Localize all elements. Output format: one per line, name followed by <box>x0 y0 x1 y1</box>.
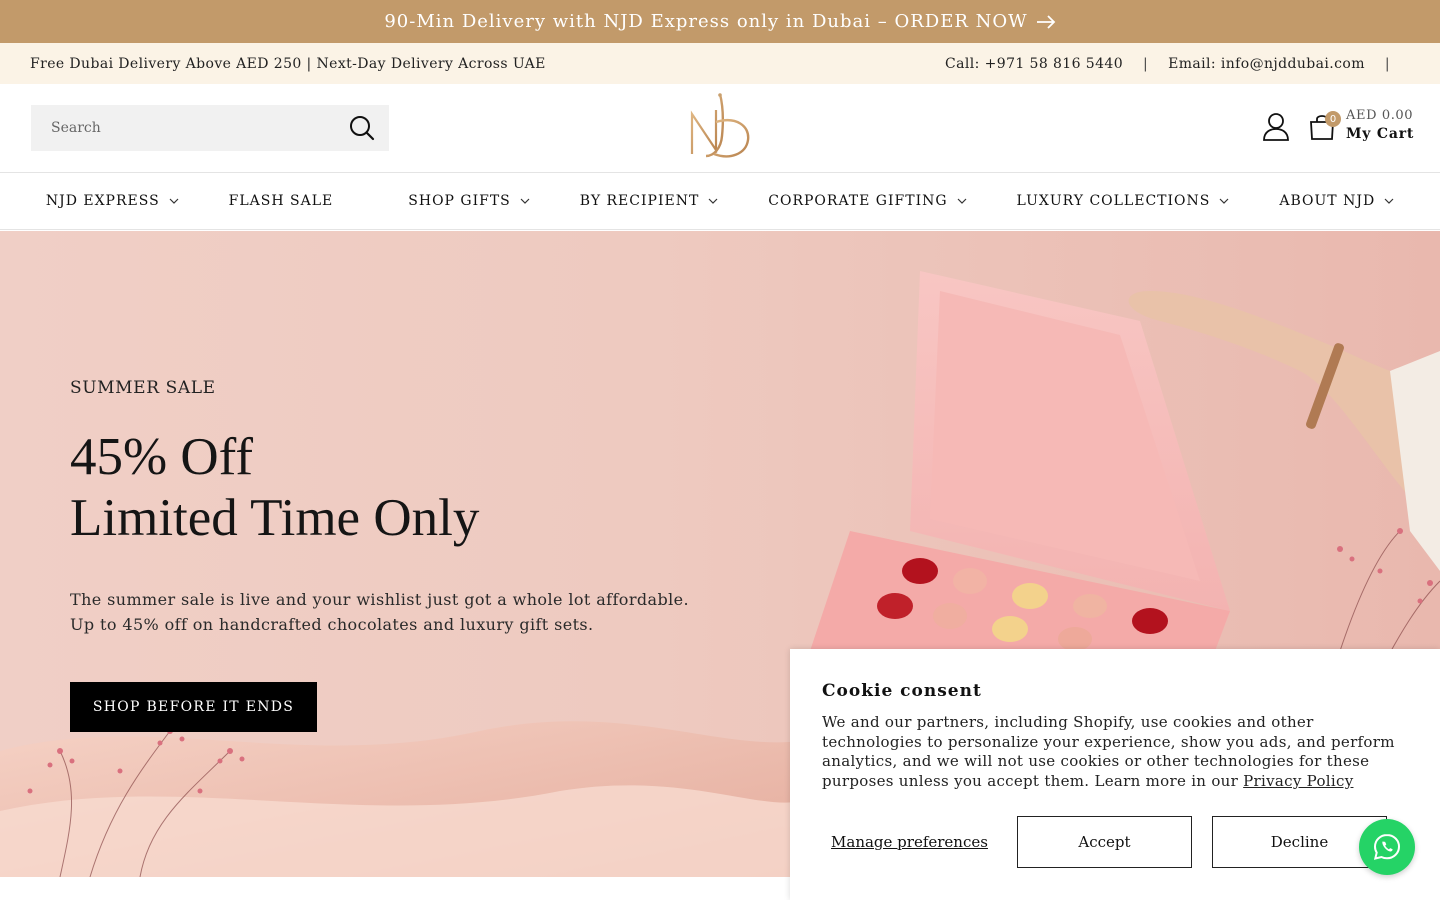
chevron-down-icon <box>708 198 718 204</box>
nav-item-label: BY RECIPIENT <box>579 193 700 209</box>
info-bar: Free Dubai Delivery Above AED 250 | Next… <box>0 43 1440 84</box>
manage-preferences-button[interactable]: Manage preferences <box>822 816 997 868</box>
hero-headline-line1: 45% Off <box>70 428 254 486</box>
hero-headline: 45% Off Limited Time Only <box>70 427 479 549</box>
chevron-down-icon <box>1219 198 1229 204</box>
divider: | <box>1384 55 1390 72</box>
hero-description-line1: The summer sale is live and your wishlis… <box>70 590 689 609</box>
hero-description-line2: Up to 45% off on handcrafted chocolates … <box>70 615 594 634</box>
hero-headline-line2: Limited Time Only <box>70 489 480 547</box>
privacy-policy-link[interactable]: Privacy Policy <box>1243 772 1353 790</box>
nav-item-by-recipient[interactable]: BY RECIPIENT <box>580 193 719 209</box>
njd-logo[interactable] <box>686 92 754 164</box>
cart-label: My Cart <box>1346 126 1415 142</box>
site-header: 0 AED 0.00 My Cart <box>0 84 1440 173</box>
main-nav: NJD EXPRESS FLASH SALE SHOP GIFTS BY RECIPI… <box>0 173 1440 230</box>
njd-logo-mark <box>690 93 750 158</box>
chevron-down-icon <box>957 198 966 204</box>
chevron-down-icon <box>169 198 179 204</box>
cart-summary[interactable]: AED 0.00 My Cart <box>1346 108 1414 142</box>
nav-item-njd-express[interactable]: NJD EXPRESS <box>46 193 179 209</box>
nav-item-shop-gifts[interactable]: SHOP GIFTS <box>408 193 530 209</box>
search-input[interactable] <box>51 120 331 136</box>
shop-before-it-ends-button[interactable]: SHOP BEFORE IT ENDS <box>70 682 317 732</box>
email-link[interactable]: Email: info@njddubai.com <box>1168 56 1365 72</box>
nav-item-label: ABOUT NJD <box>1279 193 1376 209</box>
cookie-title: Cookie consent <box>822 681 982 701</box>
nav-item-luxury-collections[interactable]: LUXURY COLLECTIONS <box>1017 193 1230 209</box>
cookie-actions: Manage preferences Accept Decline <box>822 816 1388 868</box>
phone-link[interactable]: Call: +971 58 816 5440 <box>945 56 1123 72</box>
nav-item-label: FLASH SALE <box>228 193 334 209</box>
cookie-consent-dialog: Cookie consent We and our partners, incl… <box>790 649 1440 900</box>
search-box <box>31 105 389 151</box>
chevron-down-icon <box>1384 198 1394 204</box>
announcement-text[interactable]: 90-Min Delivery with NJD Express only in… <box>384 11 1027 32</box>
hero-eyebrow: SUMMER SALE <box>70 378 216 398</box>
nav-item-label: CORPORATE GIFTING <box>768 193 948 209</box>
cart-amount: AED 0.00 <box>1346 108 1414 123</box>
nav-item-corporate-gifting[interactable]: CORPORATE GIFTING <box>768 193 966 209</box>
nav-item-label: SHOP GIFTS <box>408 193 511 209</box>
account-icon[interactable] <box>1262 112 1290 146</box>
cart-count-badge: 0 <box>1325 111 1341 127</box>
search-icon[interactable] <box>349 115 375 145</box>
nav-item-label: NJD EXPRESS <box>45 193 160 209</box>
delivery-info: Free Dubai Delivery Above AED 250 | Next… <box>30 55 546 72</box>
accept-button[interactable]: Accept <box>1017 816 1192 868</box>
hero-description: The summer sale is live and your wishlis… <box>70 587 690 637</box>
cookie-body: We and our partners, including Shopify, … <box>822 713 1410 791</box>
nav-item-flash-sale[interactable]: FLASH SALE <box>229 193 334 209</box>
divider: | <box>1143 55 1149 72</box>
whatsapp-button[interactable] <box>1359 819 1415 875</box>
whatsapp-icon <box>1373 833 1401 860</box>
nav-item-label: LUXURY COLLECTIONS <box>1016 193 1211 209</box>
nav-item-about-njd[interactable]: ABOUT NJD <box>1279 193 1394 209</box>
arrow-right-icon <box>1036 14 1055 29</box>
contact-info: Call: +971 58 816 5440 | Email: info@njd… <box>945 56 1410 72</box>
chevron-down-icon <box>520 198 530 204</box>
announcement-bar[interactable]: 90-Min Delivery with NJD Express only in… <box>0 0 1440 43</box>
